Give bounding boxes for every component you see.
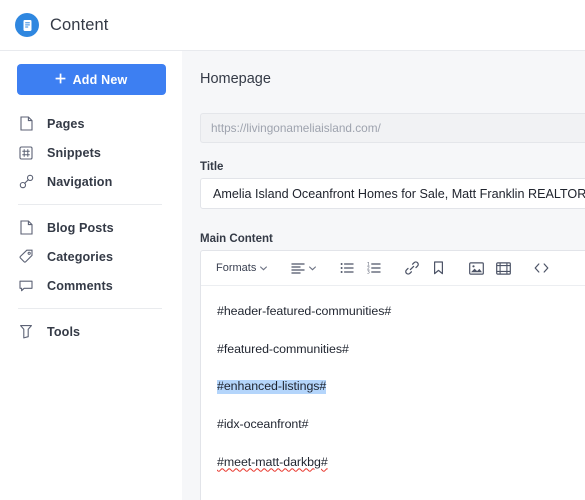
bookmark-button[interactable] (426, 256, 451, 281)
page-icon (18, 220, 34, 236)
link-chain-icon (18, 174, 34, 190)
url-field[interactable]: https://livingonameliaisland.com/ (200, 113, 585, 143)
media-video-icon (496, 261, 512, 275)
content-line-text: #idx-oceanfront# (217, 416, 309, 431)
plus-icon (55, 73, 66, 87)
editor-content[interactable]: #header-featured-communities# #featured-… (201, 286, 585, 490)
link-icon (405, 261, 419, 275)
sidebar-item-label: Navigation (47, 174, 113, 189)
image-icon (469, 261, 485, 275)
main-content-label: Main Content (200, 233, 273, 245)
content-line-text: #meet-matt-darkbg# (217, 454, 328, 469)
content-line-text: #enhanced-listings# (217, 379, 327, 394)
content-line[interactable]: #idx-oceanfront# (217, 415, 585, 453)
page-title: Content (50, 15, 109, 34)
sidebar-divider (18, 308, 162, 309)
app-header: Content (0, 0, 585, 51)
chevron-down-icon (309, 265, 317, 271)
sidebar-divider (18, 204, 162, 205)
sidebar-item-snippets[interactable]: Snippets (0, 138, 182, 167)
rich-text-editor: Formats 1 2 3 #header-featured-communiti… (200, 250, 585, 500)
main-content-panel: Homepage https://livingonameliaisland.co… (182, 51, 585, 500)
page-heading: Homepage (200, 71, 271, 87)
insert-media-button[interactable] (491, 256, 516, 281)
sidebar-item-comments[interactable]: Comments (0, 271, 182, 300)
sidebar-item-label: Pages (47, 116, 85, 131)
bullet-list-icon (340, 262, 354, 274)
source-code-button[interactable] (529, 256, 554, 281)
sidebar-item-label: Tools (47, 324, 81, 339)
source-code-icon (534, 262, 549, 274)
align-left-button[interactable] (286, 256, 321, 281)
add-new-label: Add New (72, 72, 128, 87)
insert-link-button[interactable] (399, 256, 424, 281)
sidebar: Add New Pages Snippets Navigation Blog P… (0, 51, 182, 500)
sidebar-item-blog-posts[interactable]: Blog Posts (0, 213, 182, 242)
sidebar-nav: Pages Snippets Navigation Blog Posts Cat… (0, 109, 182, 346)
chevron-down-icon (260, 265, 268, 271)
sidebar-item-tools[interactable]: Tools (0, 317, 182, 346)
content-line-selected[interactable]: #enhanced-listings# (217, 377, 585, 415)
title-label: Title (200, 161, 224, 173)
content-line[interactable]: #header-featured-communities# (217, 302, 585, 340)
insert-image-button[interactable] (464, 256, 489, 281)
numbered-list-button[interactable]: 123 (361, 256, 386, 281)
numbered-list-icon: 123 (367, 262, 381, 274)
sidebar-item-navigation[interactable]: Navigation (0, 167, 182, 196)
tag-icon (18, 249, 34, 265)
sidebar-item-label: Categories (47, 249, 114, 264)
content-line-text: #header-featured-communities# (217, 304, 392, 318)
align-left-icon (291, 262, 305, 274)
bookmark-icon (433, 261, 444, 275)
content-line[interactable]: #featured-communities# (217, 340, 585, 378)
sidebar-item-categories[interactable]: Categories (0, 242, 182, 271)
tools-icon (18, 324, 34, 340)
comment-bubble-icon (18, 278, 34, 294)
sidebar-item-label: Snippets (47, 145, 101, 160)
sidebar-item-label: Comments (47, 278, 113, 293)
editor-toolbar: Formats 1 2 3 (201, 251, 585, 286)
add-new-button[interactable]: Add New (16, 64, 166, 95)
sidebar-item-label: Blog Posts (47, 220, 114, 235)
bullet-list-button[interactable] (334, 256, 359, 281)
formats-dropdown[interactable]: Formats (211, 256, 273, 281)
formats-label: Formats (216, 262, 257, 274)
content-line-misspelled[interactable]: #meet-matt-darkbg# (217, 453, 585, 491)
content-document-icon (15, 13, 39, 37)
sidebar-item-pages[interactable]: Pages (0, 109, 182, 138)
snippet-grid-icon (18, 145, 34, 161)
content-line-text: #featured-communities# (217, 341, 349, 356)
page-icon (18, 116, 34, 132)
svg-text:3: 3 (367, 270, 370, 274)
title-input[interactable]: Amelia Island Oceanfront Homes for Sale,… (200, 178, 585, 209)
